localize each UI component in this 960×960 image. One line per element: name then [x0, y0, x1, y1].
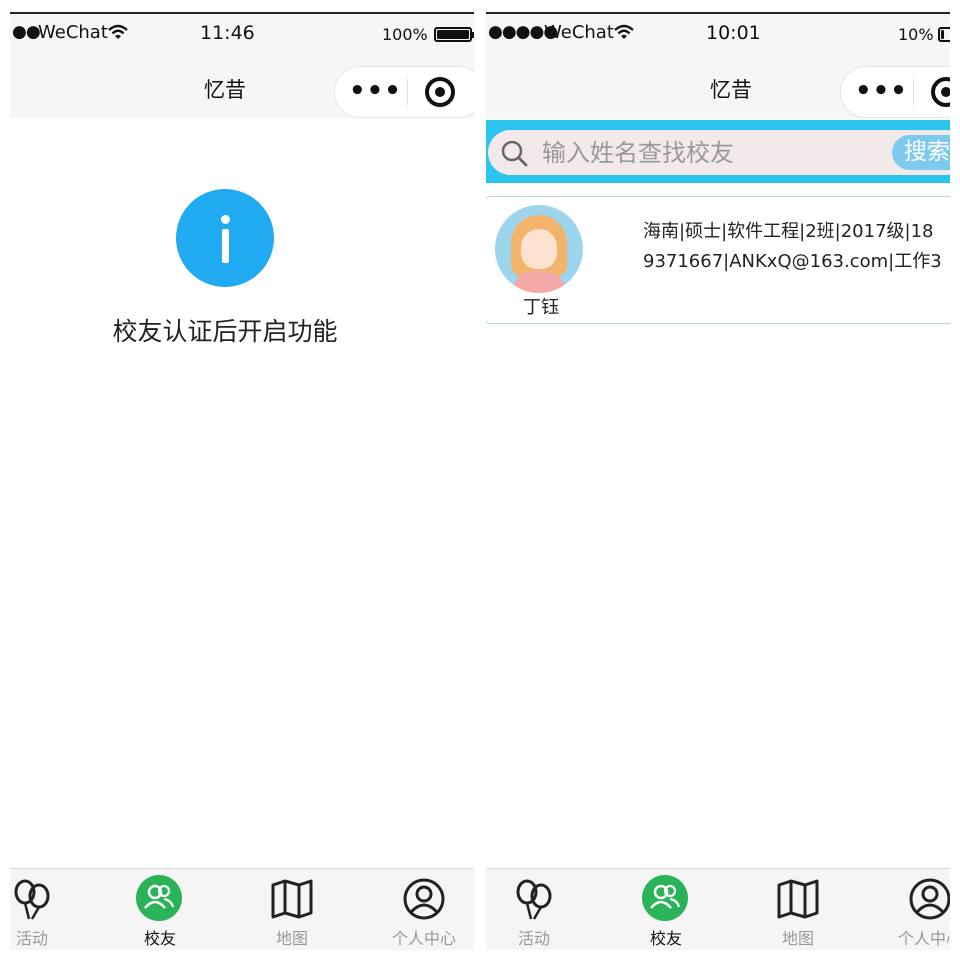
search-icon	[501, 140, 528, 167]
page-title: 忆昔	[710, 78, 752, 102]
tab-profile[interactable]: 个人中心	[870, 869, 950, 950]
tab-label: 校友	[649, 929, 682, 948]
tab-alumni[interactable]: 校友	[100, 869, 216, 950]
phone-left: ●● WeChat 11:46 100% 忆昔 ••• 校友认证后开启功能 活动…	[10, 12, 474, 950]
tab-label: 地图	[275, 929, 308, 948]
info-icon	[176, 189, 274, 287]
battery-icon	[434, 27, 474, 42]
balloons-icon	[516, 879, 552, 920]
capsule-divider	[407, 79, 408, 105]
signal-dots: ●●	[12, 22, 41, 42]
menu-capsule[interactable]: •••	[334, 66, 474, 118]
tab-profile[interactable]: 个人中心	[364, 869, 474, 950]
status-bar: ●●●●● WeChat 10:01 10%	[486, 14, 950, 52]
user-circle-icon	[403, 878, 445, 920]
alumni-detail-line: 9371667|ANKxQ@163.com|工作3	[643, 251, 942, 272]
battery-nub	[472, 32, 474, 38]
status-time: 11:46	[200, 22, 255, 44]
tab-label: 个人中心	[391, 929, 456, 948]
tab-label: 活动	[517, 929, 550, 948]
alumni-icon	[642, 875, 688, 921]
battery-percent: 100%	[382, 25, 428, 44]
alumni-icon	[136, 875, 182, 921]
map-icon	[777, 879, 819, 919]
tab-label: 校友	[143, 929, 176, 948]
menu-capsule[interactable]: •••	[840, 66, 950, 118]
status-bar: ●● WeChat 11:46 100%	[10, 14, 474, 52]
battery-percent: 10%	[898, 25, 934, 44]
carrier-label: WeChat	[544, 22, 614, 43]
alumni-name: 丁钰	[523, 297, 559, 318]
more-icon[interactable]: •••	[855, 78, 908, 104]
battery-fill	[941, 30, 944, 39]
close-miniprogram-icon[interactable]	[931, 77, 950, 107]
alumni-detail-line: 海南|硕士|软件工程|2班|2017级|18	[643, 221, 934, 242]
tab-label: 活动	[15, 929, 48, 948]
status-time: 10:01	[706, 22, 761, 44]
search-input[interactable]	[542, 136, 882, 170]
carrier-label: WeChat	[38, 22, 108, 43]
tab-label: 地图	[781, 929, 814, 948]
auth-required-message: 校友认证后开启功能	[112, 317, 338, 346]
page-title: 忆昔	[204, 78, 246, 102]
user-circle-icon	[909, 878, 950, 920]
battery-icon	[938, 27, 950, 42]
search-bar: 搜索	[486, 120, 950, 183]
navigation-bar: 忆昔 •••	[10, 52, 474, 118]
tab-label: 个人中心	[897, 929, 950, 948]
alumni-details: 海南|硕士|软件工程|2班|2017级|18 9371667|ANKxQ@163…	[643, 217, 950, 277]
tab-alumni[interactable]: 校友	[606, 869, 722, 950]
close-miniprogram-icon[interactable]	[425, 77, 455, 107]
phone-right: ●●●●● WeChat 10:01 10% 忆昔 ••• 搜索	[486, 12, 950, 950]
alumni-card[interactable]: 丁钰 海南|硕士|软件工程|2班|2017级|18 9371667|ANKxQ@…	[486, 196, 950, 324]
wifi-icon	[108, 24, 128, 39]
tab-activities[interactable]: 活动	[10, 869, 88, 950]
tab-activities[interactable]: 活动	[486, 869, 590, 950]
search-box: 搜索	[488, 130, 950, 175]
battery-fill	[437, 30, 469, 39]
navigation-bar: 忆昔 •••	[486, 52, 950, 118]
balloons-icon	[14, 879, 50, 920]
more-icon[interactable]: •••	[349, 78, 402, 104]
tab-bar: 活动 校友 地图	[10, 868, 474, 950]
tab-bar: 活动 校友 地图	[486, 868, 950, 950]
avatar	[495, 205, 583, 293]
wifi-icon	[614, 24, 634, 39]
map-icon	[271, 879, 313, 919]
search-button[interactable]: 搜索	[892, 135, 950, 170]
tab-map[interactable]: 地图	[232, 869, 348, 950]
capsule-divider	[913, 79, 914, 105]
tab-map[interactable]: 地图	[738, 869, 854, 950]
